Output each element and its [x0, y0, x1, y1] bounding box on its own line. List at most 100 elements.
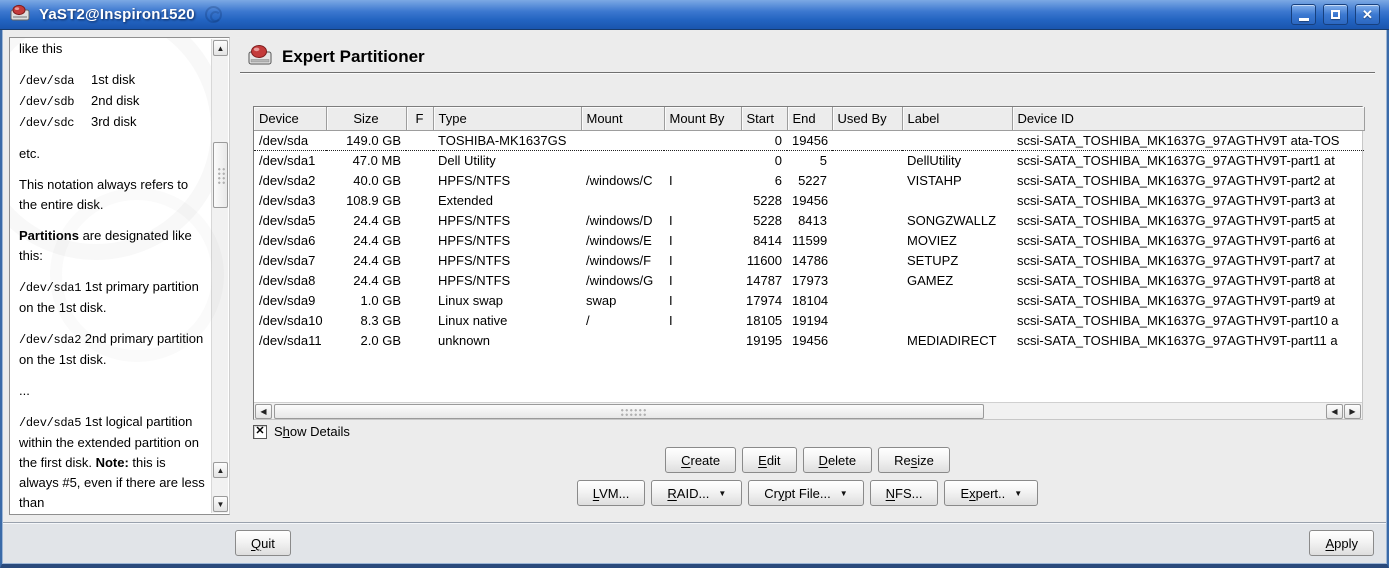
- table-cell[interactable]: MEDIADIRECT: [902, 330, 1012, 350]
- table-cell[interactable]: 19194: [787, 310, 832, 330]
- table-cell[interactable]: [406, 290, 433, 310]
- table-cell[interactable]: swap: [581, 290, 664, 310]
- lvm-button[interactable]: LVM...: [576, 480, 646, 506]
- table-cell[interactable]: 40.0 GB: [326, 170, 406, 190]
- table-cell[interactable]: [902, 190, 1012, 210]
- expert-button[interactable]: Expert.. ▼: [944, 480, 1039, 506]
- table-cell[interactable]: 14787: [741, 270, 787, 290]
- column-header[interactable]: Used By: [832, 107, 903, 131]
- table-cell[interactable]: [832, 190, 902, 210]
- scroll-right-button[interactable]: ▶: [1344, 403, 1361, 419]
- table-cell[interactable]: /dev/sda9: [254, 290, 326, 310]
- table-cell[interactable]: 19456: [787, 330, 832, 350]
- table-cell[interactable]: scsi-SATA_TOSHIBA_MK1637G_97AGTHV9T-part…: [1012, 150, 1364, 170]
- table-cell[interactable]: [664, 330, 741, 350]
- column-header[interactable]: Start: [741, 107, 788, 131]
- column-header[interactable]: Size: [326, 107, 407, 131]
- table-cell[interactable]: 11600: [741, 250, 787, 270]
- table-cell[interactable]: [832, 270, 902, 290]
- column-header[interactable]: Device: [254, 107, 327, 131]
- scroll-up-button[interactable]: ▲: [213, 40, 228, 56]
- table-cell[interactable]: /: [581, 310, 664, 330]
- table-cell[interactable]: /windows/F: [581, 250, 664, 270]
- table-cell[interactable]: 24.4 GB: [326, 210, 406, 230]
- table-cell[interactable]: 18105: [741, 310, 787, 330]
- column-header[interactable]: End: [787, 107, 833, 131]
- table-cell[interactable]: [581, 129, 664, 151]
- table-cell[interactable]: [832, 230, 902, 250]
- table-cell[interactable]: TOSHIBA-MK1637GS: [433, 129, 581, 151]
- table-cell[interactable]: /windows/C: [581, 170, 664, 190]
- table-cell[interactable]: I: [664, 310, 741, 330]
- table-cell[interactable]: 19456: [787, 190, 832, 210]
- table-cell[interactable]: unknown: [433, 330, 581, 350]
- apply-button[interactable]: Apply: [1309, 530, 1374, 556]
- maximize-button[interactable]: [1323, 4, 1348, 25]
- table-row[interactable]: /dev/sda1 47.0 MB Dell Utility 0 5 DellUtilit…: [254, 150, 1364, 170]
- table-cell[interactable]: /dev/sda10: [254, 310, 326, 330]
- table-cell[interactable]: [832, 310, 902, 330]
- table-cell[interactable]: [664, 190, 741, 210]
- table-cell[interactable]: 8413: [787, 210, 832, 230]
- table-cell[interactable]: 0: [741, 150, 787, 170]
- column-header[interactable]: Device ID: [1012, 107, 1365, 131]
- table-cell[interactable]: Dell Utility: [433, 150, 581, 170]
- table-cell[interactable]: HPFS/NTFS: [433, 170, 581, 190]
- table-cell[interactable]: DellUtility: [902, 150, 1012, 170]
- table-cell[interactable]: /windows/E: [581, 230, 664, 250]
- table-cell[interactable]: /dev/sda11: [254, 330, 326, 350]
- edit-button[interactable]: Edit: [742, 447, 797, 473]
- table-cell[interactable]: /dev/sda5: [254, 210, 326, 230]
- table-cell[interactable]: 17974: [741, 290, 787, 310]
- table-cell[interactable]: [406, 170, 433, 190]
- table-cell[interactable]: [406, 150, 433, 170]
- table-cell[interactable]: 24.4 GB: [326, 230, 406, 250]
- table-row[interactable]: /dev/sda2 40.0 GB HPFS/NTFS/windows/C I 6 522…: [254, 170, 1364, 190]
- table-cell[interactable]: scsi-SATA_TOSHIBA_MK1637G_97AGTHV9T-part…: [1012, 330, 1364, 350]
- table-cell[interactable]: [664, 129, 741, 151]
- table-row[interactable]: /dev/sda 149.0 GB TOSHIBA-MK1637GS 0 19456 sc…: [254, 129, 1364, 151]
- table-cell[interactable]: I: [664, 210, 741, 230]
- resize-button[interactable]: Resize: [878, 447, 950, 473]
- table-cell[interactable]: [406, 230, 433, 250]
- table-row[interactable]: /dev/sda11 2.0 GB unknown 19195 19456 MEDIADI…: [254, 330, 1364, 350]
- table-row[interactable]: /dev/sda8 24.4 GB HPFS/NTFS/windows/G I 1478…: [254, 270, 1364, 290]
- table-cell[interactable]: 2.0 GB: [326, 330, 406, 350]
- table-cell[interactable]: [902, 290, 1012, 310]
- scroll-down-button[interactable]: ▼: [213, 496, 228, 512]
- table-cell[interactable]: 11599: [787, 230, 832, 250]
- table-cell[interactable]: HPFS/NTFS: [433, 210, 581, 230]
- minimize-button[interactable]: [1291, 4, 1316, 25]
- table-cell[interactable]: 149.0 GB: [326, 129, 406, 151]
- table-cell[interactable]: [832, 210, 902, 230]
- table-cell[interactable]: 8414: [741, 230, 787, 250]
- table-cell[interactable]: [406, 250, 433, 270]
- table-cell[interactable]: [832, 150, 902, 170]
- table-cell[interactable]: 14786: [787, 250, 832, 270]
- scroll-left-button[interactable]: ◀: [255, 403, 272, 419]
- table-cell[interactable]: 1.0 GB: [326, 290, 406, 310]
- table-horizontal-scrollbar[interactable]: ◀ ◀ ▶: [254, 402, 1362, 419]
- table-row[interactable]: /dev/sda10 8.3 GB Linux native / I 18105 19194…: [254, 310, 1364, 330]
- table-cell[interactable]: SONGZWALLZ: [902, 210, 1012, 230]
- table-cell[interactable]: /dev/sda: [254, 129, 326, 151]
- table-cell[interactable]: scsi-SATA_TOSHIBA_MK1637G_97AGTHV9T-part…: [1012, 170, 1364, 190]
- column-header[interactable]: Mount: [581, 107, 665, 131]
- table-cell[interactable]: [406, 330, 433, 350]
- nfs-button[interactable]: NFS...: [869, 480, 939, 506]
- table-cell[interactable]: 108.9 GB: [326, 190, 406, 210]
- table-cell[interactable]: MOVIEZ: [902, 230, 1012, 250]
- create-button[interactable]: Create: [665, 447, 737, 473]
- table-cell[interactable]: I: [664, 270, 741, 290]
- table-cell[interactable]: 5228: [741, 210, 787, 230]
- column-header[interactable]: F: [406, 107, 434, 131]
- table-cell[interactable]: /dev/sda6: [254, 230, 326, 250]
- table-row[interactable]: /dev/sda7 24.4 GB HPFS/NTFS/windows/F I 1160…: [254, 250, 1364, 270]
- raid-button[interactable]: RAID... ▼: [651, 480, 743, 506]
- table-cell[interactable]: /dev/sda8: [254, 270, 326, 290]
- table-cell[interactable]: 5228: [741, 190, 787, 210]
- delete-button[interactable]: Delete: [802, 447, 873, 473]
- table-cell[interactable]: I: [664, 230, 741, 250]
- table-cell[interactable]: [832, 170, 902, 190]
- table-cell[interactable]: scsi-SATA_TOSHIBA_MK1637G_97AGTHV9T-part…: [1012, 210, 1364, 230]
